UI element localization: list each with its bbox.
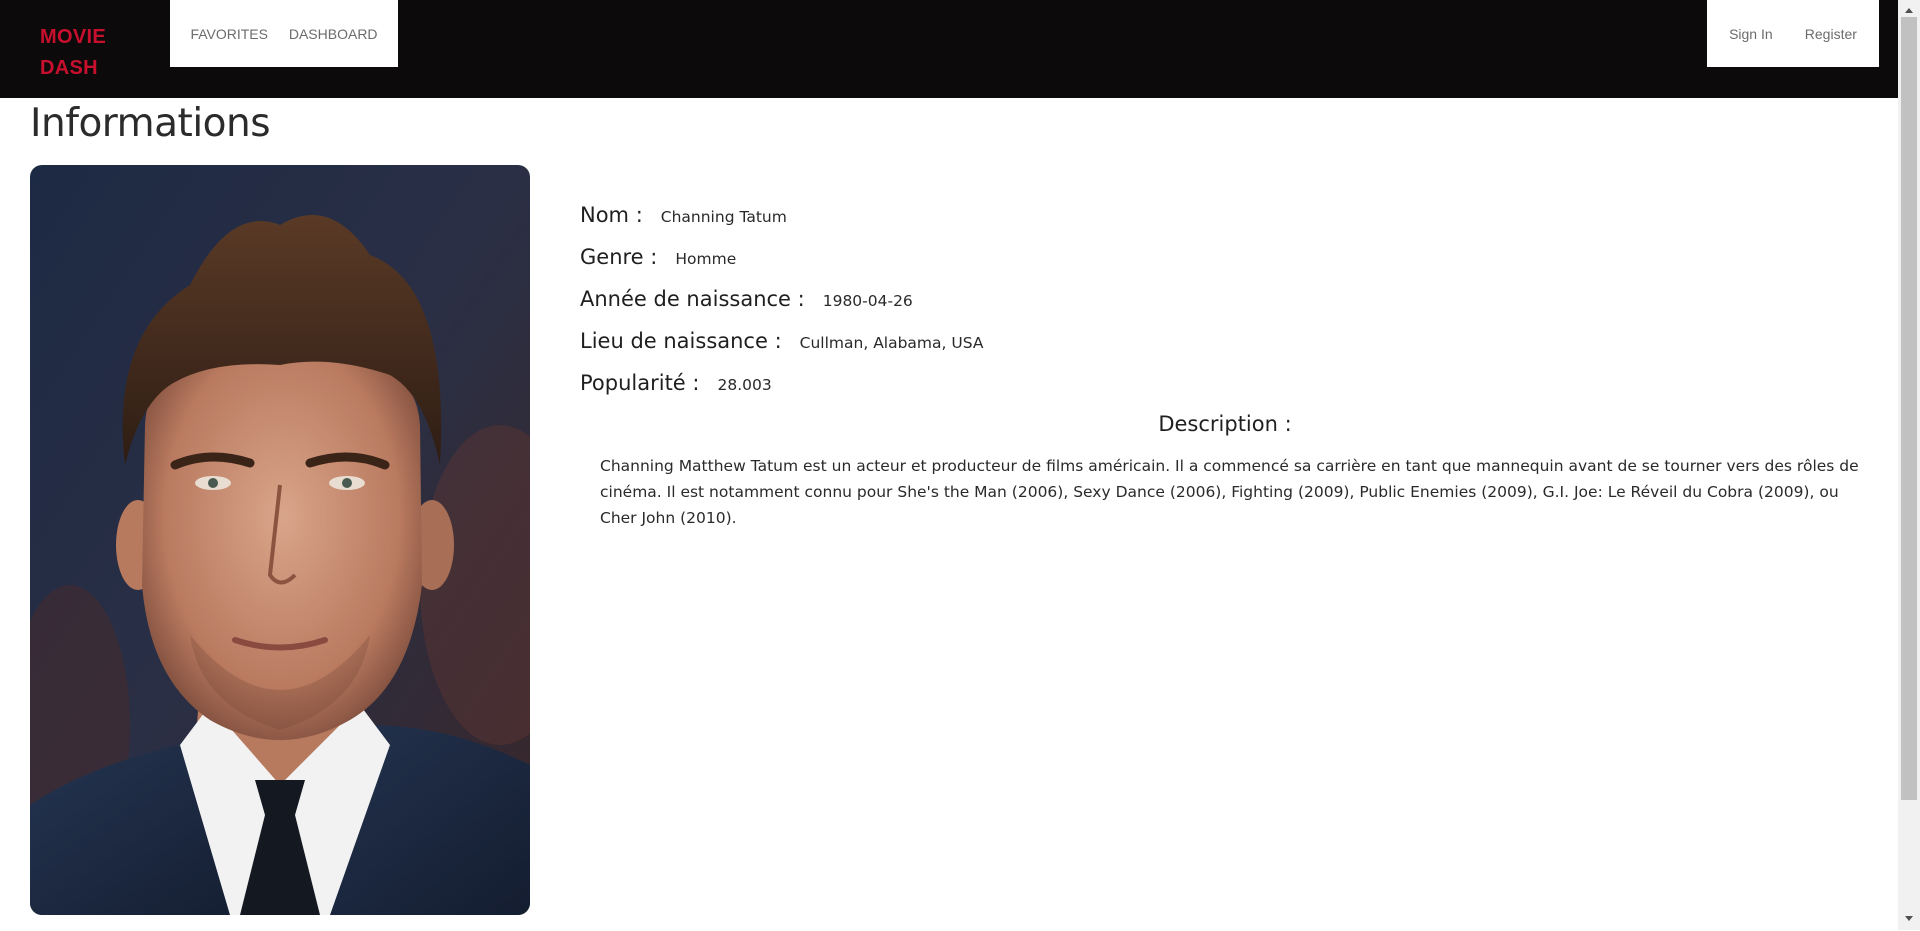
- vertical-scrollbar[interactable]: [1898, 0, 1920, 930]
- nav-right-group: Sign In Register: [1707, 0, 1879, 67]
- info-row-name: Nom : Channing Tatum: [580, 203, 787, 227]
- description-heading: Description :: [1158, 412, 1292, 436]
- page-title: Informations: [30, 101, 271, 146]
- info-row-place: Lieu de naissance : Cullman, Alabama, US…: [580, 329, 983, 353]
- popularity-label: Popularité :: [580, 371, 700, 395]
- birth-label: Année de naissance :: [580, 287, 805, 311]
- place-label: Lieu de naissance :: [580, 329, 782, 353]
- gender-label: Genre :: [580, 245, 658, 269]
- brand-logo[interactable]: MOVIE DASH: [40, 22, 130, 84]
- sign-in-link[interactable]: Sign In: [1729, 26, 1773, 42]
- info-row-popularity: Popularité : 28.003: [580, 371, 772, 395]
- nav-favorites-link[interactable]: FAVORITES: [190, 26, 268, 42]
- triangle-down-icon: [1905, 916, 1913, 921]
- triangle-up-icon: [1905, 8, 1913, 13]
- name-value: Channing Tatum: [660, 208, 787, 226]
- description-text: Channing Matthew Tatum est un acteur et …: [600, 457, 1859, 527]
- scroll-up-button[interactable]: [1898, 3, 1920, 17]
- nav-dashboard-link[interactable]: DASHBOARD: [289, 26, 378, 42]
- info-row-birth: Année de naissance : 1980-04-26: [580, 287, 913, 311]
- scroll-down-button[interactable]: [1898, 912, 1920, 926]
- actor-portrait-image: [30, 165, 530, 915]
- scrollbar-thumb[interactable]: [1901, 17, 1917, 800]
- popularity-value: 28.003: [717, 376, 772, 394]
- gender-value: Homme: [675, 250, 737, 268]
- register-link[interactable]: Register: [1805, 26, 1857, 42]
- actor-photo: [30, 165, 530, 915]
- top-navbar: MOVIE DASH FAVORITES DASHBOARD Sign In R…: [0, 0, 1898, 98]
- nav-left-group: FAVORITES DASHBOARD: [170, 0, 398, 67]
- birth-value: 1980-04-26: [822, 292, 913, 310]
- name-label: Nom :: [580, 203, 643, 227]
- place-value: Cullman, Alabama, USA: [799, 334, 984, 352]
- info-row-gender: Genre : Homme: [580, 245, 736, 269]
